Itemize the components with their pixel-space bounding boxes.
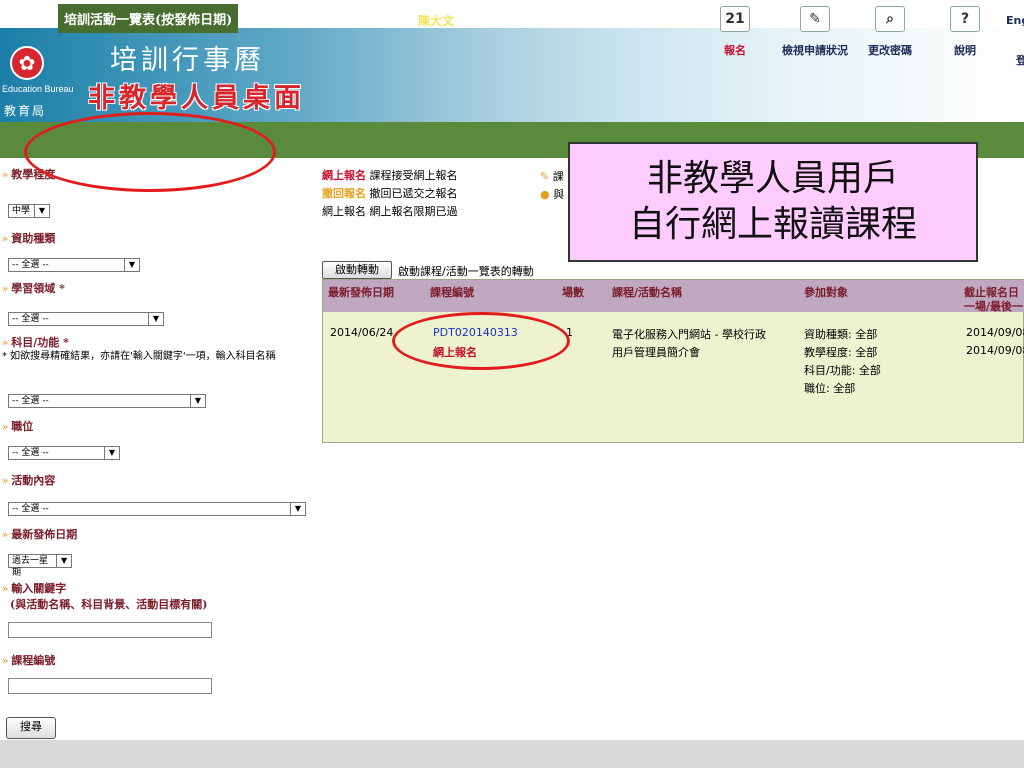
position-value: -- 全選 -- <box>12 448 49 458</box>
chevron-down-icon: ▼ <box>34 205 49 217</box>
magnifier-icon: ⌕ <box>875 6 905 32</box>
calendar-icon: 21 <box>720 6 750 32</box>
subject-select[interactable]: -- 全選 -- ▼ <box>8 394 206 408</box>
chevron-down-icon: ▼ <box>124 259 139 271</box>
legend-text: 課程接受網上報名 <box>369 169 458 182</box>
activity-content-label: 活動內容 <box>2 472 55 488</box>
row-date: 2014/06/24 <box>330 326 394 339</box>
latest-date-select[interactable]: 過去一星期 ▼ <box>8 554 72 578</box>
legend-deadline-passed: 網上報名 網上報名限期已過 <box>322 203 458 219</box>
th-name: 課程/活動名稱 <box>612 286 683 299</box>
th-target: 參加對象 <box>804 286 848 299</box>
callout-line-2: 自行網上報讀課程 <box>628 204 917 245</box>
subject-note: * 如欲搜尋精確結果，亦請在'輸入關鍵字'一項，輸入科目名稱 <box>2 351 276 362</box>
row-deadline-2: 2014/09/08 <box>966 344 1024 357</box>
chevron-down-icon: ▼ <box>190 395 205 407</box>
edb-chinese-name: 教育局 <box>4 104 47 118</box>
learning-area-select[interactable]: -- 全選 -- ▼ <box>8 312 164 326</box>
th-sessions: 場數 <box>562 286 584 299</box>
legend-online-apply: 網上報名 課程接受網上報名 <box>322 167 458 183</box>
legend-key: 網上報名 <box>322 169 366 182</box>
learning-area-value: -- 全選 -- <box>12 314 49 324</box>
keyword-input[interactable] <box>8 622 212 638</box>
activity-content-select[interactable]: -- 全選 -- ▼ <box>8 502 306 516</box>
search-button[interactable]: 搜尋 <box>6 717 56 739</box>
chevron-down-icon: ▼ <box>148 313 163 325</box>
edb-english-name: Education Bureau <box>2 84 74 94</box>
chevron-down-icon: ▼ <box>290 503 305 515</box>
th-code: 課程編號 <box>430 286 474 299</box>
bauhinia-logo-icon: ✿ <box>10 46 44 80</box>
latest-date-label: 最新發佈日期 <box>2 526 77 542</box>
row-target-position: 職位: 全部 <box>804 382 856 395</box>
chevron-down-icon: ▼ <box>56 555 71 567</box>
english-link[interactable]: Eng <box>1006 14 1024 27</box>
help-tool-button[interactable]: ? 說明 <box>950 6 980 58</box>
chevron-down-icon: ▼ <box>104 447 119 459</box>
position-label: 職位 <box>2 418 33 434</box>
highlight-ellipse-nav <box>24 112 276 192</box>
education-level-select[interactable]: 中學 ▼ <box>8 204 50 218</box>
apply-tool-button[interactable]: 21 報名 <box>720 6 750 58</box>
check-status-label: 檢視申請狀況 <box>782 44 848 57</box>
row-name-line1: 電子化服務入門網站 - 學校行政 <box>612 328 766 341</box>
row-target-level: 教學程度: 全部 <box>804 346 878 359</box>
latest-date-value: 過去一星期 <box>12 556 49 578</box>
funding-type-select[interactable]: -- 全選 -- ▼ <box>8 258 140 272</box>
legend-right-2: ● 與 <box>540 186 564 202</box>
activity-content-value: -- 全選 -- <box>12 504 49 514</box>
course-code-input[interactable] <box>8 678 212 694</box>
highlight-ellipse-apply <box>392 312 570 370</box>
bottom-bar <box>0 740 1024 768</box>
learning-area-label: 學習領域 * <box>2 280 65 296</box>
keyword-label: 輸入關鍵字 <box>2 580 66 596</box>
legend-text: 網上報名限期已過 <box>369 205 458 218</box>
change-password-tool-button[interactable]: ⌕ 更改密碼 <box>868 6 912 58</box>
legend-right-1: ✎ 課 <box>540 168 564 184</box>
edit-document-icon: ✎ <box>800 6 830 32</box>
row-target-subject: 科目/功能: 全部 <box>804 364 881 377</box>
th-date: 最新發佈日期 <box>328 286 394 299</box>
nav-large-font[interactable]: 陳大文 <box>418 12 454 29</box>
legend-key: 網上報名 <box>322 205 366 218</box>
change-password-label: 更改密碼 <box>868 44 912 57</box>
subject-value: -- 全選 -- <box>12 396 49 406</box>
nav-activity-list[interactable]: 培訓活動一覽表(按發佈日期) <box>58 4 239 33</box>
th-deadline-sub: 一場/最後一 <box>964 300 1024 313</box>
row-target-funding: 資助種類: 全部 <box>804 328 878 341</box>
subject-label: 科目/功能 * <box>2 334 69 350</box>
position-select[interactable]: -- 全選 -- ▼ <box>8 446 120 460</box>
funding-type-label: 資助種類 <box>2 230 55 246</box>
app-subtitle: 非教學人員桌面 <box>88 83 305 114</box>
check-status-tool-button[interactable]: ✎ 檢視申請狀況 <box>782 6 848 58</box>
note-icon: ✎ <box>540 170 550 183</box>
help-icon: ? <box>950 6 980 32</box>
apply-tool-label: 報名 <box>724 44 746 57</box>
help-label: 說明 <box>954 44 976 57</box>
start-scroll-text: 啟動課程/活動一覽表的轉動 <box>398 265 534 278</box>
funding-type-value: -- 全選 -- <box>12 260 49 270</box>
login-link[interactable]: 登 <box>1016 52 1024 68</box>
education-level-value: 中學 <box>12 206 31 216</box>
legend-right-text: 課 <box>552 170 564 183</box>
app-title: 培訓行事曆 <box>110 45 265 76</box>
nav-monthly-calendar[interactable]: 培訓月曆 <box>340 10 392 29</box>
nav-annual-calendar[interactable]: 培訓年曆 <box>270 10 322 29</box>
legend-right-text: 與 <box>553 188 565 201</box>
legend-key: 撤回報名 <box>322 187 366 200</box>
start-scroll-button[interactable]: 啟動轉動 <box>322 261 392 279</box>
row-name-line2: 用戶管理員簡介會 <box>612 346 700 359</box>
course-code-label: 課程編號 <box>2 652 55 668</box>
nav-home[interactable]: 主頁 <box>18 10 44 29</box>
medal-icon: ● <box>540 188 550 201</box>
keyword-sub-label: (與活動名稱、科目背景、活動目標有關) <box>10 598 208 611</box>
row-deadline-1: 2014/09/08 <box>966 326 1024 339</box>
annotation-callout: 非教學人員用戶 自行網上報讀課程 <box>568 142 978 262</box>
callout-line-1: 非教學人員用戶 <box>646 158 899 199</box>
legend-text: 撤回已遞交之報名 <box>369 187 458 200</box>
legend-withdraw: 撤回報名 撤回已遞交之報名 <box>322 185 458 201</box>
